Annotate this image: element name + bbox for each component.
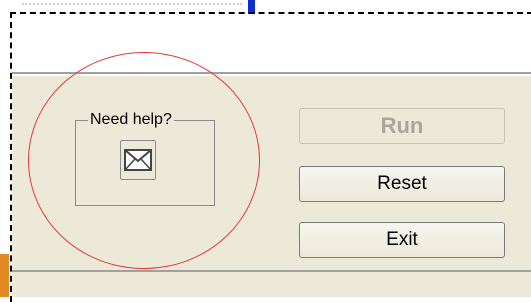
exit-button[interactable]: Exit [299, 222, 505, 258]
orange-edge-block [0, 254, 9, 297]
top-tick-marks [22, 3, 242, 7]
reset-button[interactable]: Reset [299, 166, 505, 202]
red-annotation-circle [28, 52, 260, 269]
run-button[interactable]: Run [299, 108, 505, 144]
